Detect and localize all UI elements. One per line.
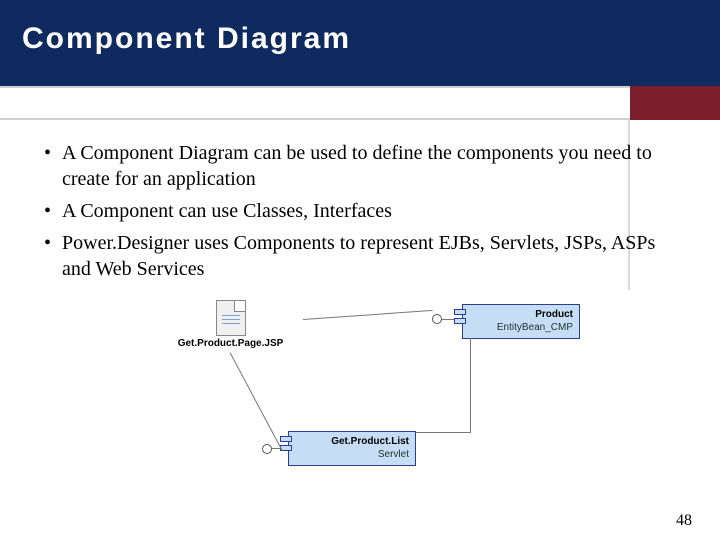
page-icon — [216, 300, 246, 336]
product-stereotype: EntityBean_CMP — [469, 322, 573, 335]
page-number: 48 — [676, 512, 692, 530]
component-diagram: Get.Product.Page.JSP Product EntityBean_… — [150, 300, 580, 480]
servlet-stereotype: Servlet — [295, 449, 409, 462]
connector — [470, 338, 471, 432]
connector — [230, 352, 283, 450]
interface-ball-icon — [432, 314, 442, 324]
interface-ball-icon — [262, 444, 272, 454]
component-box: Get.Product.List Servlet — [288, 431, 416, 466]
jsp-node: Get.Product.Page.JSP — [158, 300, 303, 349]
slide-title: Component Diagram — [22, 22, 351, 56]
accent-block — [630, 86, 720, 120]
component-lugs-icon — [280, 436, 289, 454]
bullet-item: Power.Designer uses Components to repres… — [40, 230, 670, 282]
connector — [442, 319, 454, 320]
servlet-title: Get.Product.List — [295, 436, 409, 449]
product-node: Product EntityBean_CMP — [462, 304, 580, 339]
jsp-label: Get.Product.Page.JSP — [158, 338, 303, 349]
connector — [416, 432, 471, 433]
bullet-list: A Component Diagram can be used to defin… — [40, 140, 670, 288]
bullet-item: A Component Diagram can be used to defin… — [40, 140, 670, 192]
component-lugs-icon — [454, 309, 463, 327]
slide: Component Diagram A Component Diagram ca… — [0, 0, 720, 540]
divider-stripe — [0, 86, 720, 120]
bullet-item: A Component can use Classes, Interfaces — [40, 198, 670, 224]
component-box: Product EntityBean_CMP — [462, 304, 580, 339]
product-title: Product — [469, 309, 573, 322]
servlet-node: Get.Product.List Servlet — [288, 431, 416, 466]
connector — [303, 310, 433, 320]
